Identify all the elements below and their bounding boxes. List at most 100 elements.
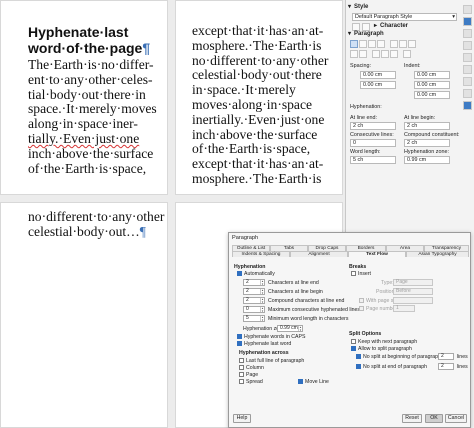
chars-line-end-spin[interactable]: 2 ▴ ▾ [243, 279, 265, 286]
rtl-button[interactable] [359, 50, 367, 58]
sidebar-settings-icon[interactable] [463, 5, 472, 14]
ok-button[interactable]: OK [425, 414, 443, 423]
page-number-checkbox[interactable] [359, 306, 364, 311]
align-bottom-button[interactable] [408, 40, 416, 48]
max-consecutive-spin[interactable]: 0 ▴ ▾ [243, 306, 265, 313]
style-inspector-icon[interactable] [463, 77, 472, 86]
document-page-2[interactable]: except·that·it·has·an·at- mosphere.·The·… [175, 0, 343, 195]
at-line-end-field[interactable]: 2 ch [350, 122, 396, 130]
highlight-button[interactable] [403, 50, 411, 58]
text-line: ent·to·any·other·celes- [28, 71, 153, 87]
page-style-select[interactable] [393, 297, 433, 304]
column-checkbox[interactable] [239, 365, 244, 370]
min-word-length-spin[interactable]: 5 ▴ ▾ [243, 315, 265, 322]
hyphenate-last-word-checkbox[interactable] [237, 341, 242, 346]
tab-text-flow[interactable]: Text Flow [348, 251, 406, 257]
text-line: of·the·Earth·is·space, [28, 160, 147, 176]
document-page-1[interactable]: Hyphenate·last word·of·the·page¶ The·Ear… [0, 0, 168, 195]
no-split-end-label: No split at end of paragraph [363, 364, 428, 370]
page-label: Page [246, 372, 259, 378]
spacing-below-field[interactable]: 0.00 cm [360, 81, 396, 89]
design-deck-icon[interactable] [463, 101, 472, 110]
align-top-button[interactable] [390, 40, 398, 48]
split-options-header: Split Options [349, 331, 382, 337]
type-label: Type: [381, 280, 394, 286]
paragraph-section-header[interactable]: ▾ Paragraph [348, 30, 384, 38]
no-split-begin-spin[interactable]: 2 [438, 353, 454, 360]
move-line-label: Move Line [305, 379, 329, 385]
spin-arrows-icon: ▴ ▾ [260, 279, 264, 286]
ltr-button[interactable] [350, 50, 358, 58]
align-right-button[interactable] [368, 40, 376, 48]
automatically-checkbox[interactable] [237, 271, 242, 276]
no-split-end-spin[interactable]: 2 [438, 363, 454, 370]
align-left-button[interactable] [350, 40, 358, 48]
indent-after-field[interactable]: 0.00 cm [414, 81, 450, 89]
chevron-down-icon: ▾ [452, 14, 455, 20]
break-type-select[interactable]: Page [393, 279, 433, 286]
bullets-button[interactable] [372, 50, 380, 58]
tab-alignment[interactable]: Alignment [290, 251, 348, 257]
heading-line: Hyphenate·last [28, 24, 129, 40]
keep-with-next-label: Keep with next paragraph [358, 339, 418, 345]
text-line: inertially.·Even·just·one [192, 111, 325, 127]
no-split-end-checkbox[interactable] [356, 364, 361, 369]
tab-indents-spacing[interactable]: Indents & Spacing [232, 251, 290, 257]
text-line: mosphere.·The·Earth·is [192, 170, 322, 186]
keep-with-next-checkbox[interactable] [351, 339, 356, 344]
page-number-spin[interactable]: 1 [393, 305, 415, 312]
hyphenation-zone-field[interactable]: 0.99 cm [404, 156, 450, 164]
move-line-checkbox[interactable] [298, 379, 303, 384]
page-deck-icon[interactable] [463, 65, 472, 74]
gallery-deck-icon[interactable] [463, 41, 472, 50]
allow-split-checkbox[interactable] [351, 346, 356, 351]
paragraph-dialog: Paragraph Outline & List Tabs Drop Caps … [228, 232, 471, 428]
spin-arrows-icon: ▴ ▾ [260, 288, 264, 295]
style-section-header[interactable]: ▾ Style [348, 3, 368, 11]
document-page-3[interactable]: no·different·to·any·other celestial·body… [0, 202, 168, 428]
indent-first-field[interactable]: 0.00 cm [414, 91, 450, 99]
paragraph-style-select[interactable]: Default Paragraph Style ▾ [352, 13, 457, 21]
cancel-button[interactable]: Cancel [445, 414, 467, 423]
reset-button[interactable]: Reset [402, 414, 422, 423]
compound-constituent-field[interactable]: 2 ch [404, 139, 450, 147]
word-length-field[interactable]: 5 ch [350, 156, 396, 164]
compound-chars-spin[interactable]: 2 ▴ ▾ [243, 297, 265, 304]
spacing-above-field[interactable]: 0.00 cm [360, 71, 396, 79]
character-section-header[interactable]: ▸ Character [374, 22, 408, 30]
word-length-label: Word length: [350, 149, 381, 155]
no-split-begin-checkbox[interactable] [356, 354, 361, 359]
consecutive-lines-field[interactable]: 0 [350, 139, 396, 147]
hyphenate-caps-checkbox[interactable] [237, 334, 242, 339]
chars-line-begin-spin[interactable]: 2 ▴ ▾ [243, 288, 265, 295]
hyphenation-header: Hyphenation [234, 264, 266, 270]
align-center-button[interactable] [359, 40, 367, 48]
page1-body: The·Earth·is·no·differ- ent·to·any·other… [28, 57, 157, 176]
hyphenation-zone-spin[interactable]: 0.99 cm ▴ ▾ [277, 325, 303, 332]
navigator-deck-icon[interactable] [463, 53, 472, 62]
align-middle-button[interactable] [399, 40, 407, 48]
insert-break-checkbox[interactable] [351, 271, 356, 276]
help-button[interactable]: Help [233, 414, 251, 423]
outline-button[interactable] [390, 50, 398, 58]
justify-button[interactable] [377, 40, 385, 48]
text-line: The·Earth·is·no·differ- [28, 57, 154, 72]
lines-label: lines [457, 364, 468, 370]
text-line: tial·body·out·there·in [28, 86, 146, 102]
last-full-line-checkbox[interactable] [239, 358, 244, 363]
numbering-button[interactable] [381, 50, 389, 58]
indent-label: Indent: [404, 63, 421, 69]
styles-deck-icon[interactable] [463, 29, 472, 38]
spin-arrows-icon: ▴ ▾ [298, 325, 302, 332]
with-page-style-checkbox[interactable] [359, 298, 364, 303]
tab-asian-typography[interactable]: Asian Typography [406, 251, 469, 257]
indent-before-field[interactable]: 0.00 cm [414, 71, 450, 79]
break-position-select[interactable]: Before [393, 288, 433, 295]
properties-deck-icon[interactable] [463, 17, 472, 26]
at-line-begin-field[interactable]: 2 ch [404, 122, 450, 130]
manage-changes-icon[interactable] [463, 89, 472, 98]
at-line-begin-label: At line begin: [404, 115, 436, 121]
spread-checkbox[interactable] [239, 379, 244, 384]
spin-arrows-icon: ▴ ▾ [260, 315, 264, 322]
page-checkbox[interactable] [239, 372, 244, 377]
